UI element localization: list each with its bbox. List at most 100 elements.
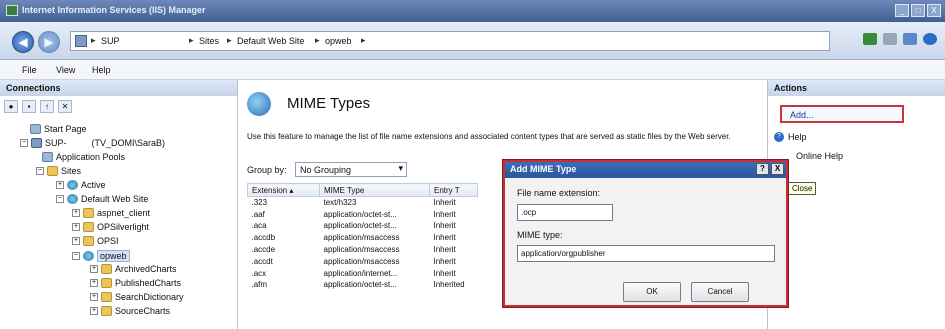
back-button[interactable]: ◀ xyxy=(12,31,34,53)
tree-item-server[interactable]: − SUP- (TV_DOMI\SaraB) xyxy=(20,138,165,148)
globe-icon xyxy=(67,194,78,204)
breadcrumb-sites[interactable]: Sites xyxy=(199,36,219,46)
help-icon: ? xyxy=(774,132,784,142)
column-header-extension[interactable]: Extension ▴ xyxy=(247,183,320,197)
menu-file[interactable]: File xyxy=(22,65,37,75)
add-action-link[interactable]: Add... xyxy=(780,105,904,123)
cell-mime: text/h323 xyxy=(323,198,357,208)
folder-icon xyxy=(101,264,112,274)
table-row[interactable]: .323 text/h323 Inherit xyxy=(248,197,478,209)
breadcrumb-separator: ▸ xyxy=(361,35,366,45)
actions-pane: Actions Add... ? Help Online Help Close xyxy=(767,80,945,329)
forward-button[interactable]: ▶ xyxy=(38,31,60,53)
tree-item-app-pools[interactable]: Application Pools xyxy=(42,152,125,162)
collapse-icon[interactable]: − xyxy=(36,167,44,175)
connections-pane: Connections ● ▪ ↑ ✕ Start Page − SUP- (T… xyxy=(0,80,238,329)
table-row[interactable]: .afm application/octet-st... Inherited xyxy=(248,279,478,291)
ok-button[interactable]: OK xyxy=(623,282,681,302)
column-header-mime-type[interactable]: MIME Type xyxy=(319,183,430,197)
tree-item-active[interactable]: + Active xyxy=(56,180,106,190)
connect-globe-icon[interactable]: ● xyxy=(4,100,18,113)
tree-item-sites[interactable]: − Sites xyxy=(36,166,81,176)
collapse-icon[interactable]: − xyxy=(20,139,28,147)
tree-item-start-page[interactable]: Start Page xyxy=(30,124,87,134)
breadcrumb-opweb[interactable]: opweb xyxy=(325,36,352,46)
feature-description: Use this feature to manage the list of f… xyxy=(247,132,731,141)
server-icon xyxy=(31,138,42,148)
group-by-select[interactable]: No Grouping ▾ xyxy=(295,162,407,177)
expand-icon[interactable]: + xyxy=(90,293,98,301)
extension-field[interactable]: .ocp xyxy=(517,204,613,221)
minimize-button[interactable]: _ xyxy=(895,4,909,17)
table-row[interactable]: .accdb application/msaccess Inherit xyxy=(248,232,478,244)
tree-item-archivedcharts[interactable]: + ArchivedCharts xyxy=(90,264,177,274)
tree-item-opsi[interactable]: + OPSI xyxy=(72,236,119,246)
group-by-value: No Grouping xyxy=(300,165,352,175)
up-folder-icon[interactable]: ↑ xyxy=(40,100,54,113)
breadcrumb-default-web-site[interactable]: Default Web Site xyxy=(237,36,304,46)
cell-entry: Inherit xyxy=(433,256,456,266)
table-row[interactable]: .accdt application/msaccess Inherit xyxy=(248,255,478,267)
tree-item-publishedcharts[interactable]: + PublishedCharts xyxy=(90,278,181,288)
expand-icon[interactable]: + xyxy=(72,223,80,231)
cancel-button[interactable]: Cancel xyxy=(691,282,749,302)
maximize-button[interactable]: □ xyxy=(911,4,925,17)
tree-item-opsilverlight[interactable]: + OPSilverlight xyxy=(72,222,149,232)
menu-help[interactable]: Help xyxy=(92,65,111,75)
cell-mime: application/octet-st... xyxy=(323,209,397,219)
help-action-link[interactable]: ? Help xyxy=(774,132,807,142)
globe-icon xyxy=(67,180,78,190)
expand-icon[interactable]: + xyxy=(90,307,98,315)
table-row[interactable]: .accde application/msaccess Inherit xyxy=(248,244,478,256)
online-help-link[interactable]: Online Help xyxy=(796,151,843,161)
dialog-close-button[interactable]: X xyxy=(771,163,784,175)
connections-header: Connections xyxy=(0,80,237,96)
cell-entry: Inherit xyxy=(433,221,456,231)
tree-item-sourcecharts[interactable]: + SourceCharts xyxy=(90,306,170,316)
table-row[interactable]: .aaf application/octet-st... Inherit xyxy=(248,208,478,220)
expand-icon[interactable]: + xyxy=(72,237,80,245)
tree-item-aspnet-client[interactable]: + aspnet_client xyxy=(72,208,150,218)
breadcrumb-server[interactable]: SUP xyxy=(101,36,120,46)
stop-icon[interactable] xyxy=(883,33,897,45)
help-icon[interactable] xyxy=(923,33,937,45)
cell-mime: application/msaccess xyxy=(323,245,400,255)
breadcrumb[interactable]: ▸ SUP ▸ Sites ▸ Default Web Site ▸ opweb… xyxy=(70,31,830,51)
mime-type-field[interactable]: application/orgpublisher xyxy=(517,245,775,262)
table-row[interactable]: .aca application/octet-st... Inherit xyxy=(248,220,478,232)
tree-label: Start Page xyxy=(44,124,87,134)
cell-mime: application/octet-st... xyxy=(323,280,397,290)
connect-icon[interactable] xyxy=(863,33,877,45)
dialog-help-button[interactable]: ? xyxy=(756,163,769,175)
cell-extension: .accde xyxy=(251,245,276,255)
collapse-icon[interactable]: − xyxy=(56,195,64,203)
cell-extension: .accdb xyxy=(251,233,276,243)
menu-bar: File View Help xyxy=(0,60,945,80)
tree-label: OPSI xyxy=(97,236,119,246)
expand-icon[interactable]: + xyxy=(90,265,98,273)
save-icon[interactable]: ▪ xyxy=(22,100,36,113)
expand-icon[interactable]: + xyxy=(72,209,80,217)
refresh-icon[interactable] xyxy=(903,33,917,45)
table-row[interactable]: .acx application/internet... Inherit xyxy=(248,267,478,279)
close-window-button[interactable]: X xyxy=(927,4,941,17)
column-header-entry-type[interactable]: Entry T xyxy=(429,183,478,197)
folder-icon xyxy=(101,292,112,302)
cell-mime: application/msaccess xyxy=(323,233,400,243)
tree-item-opweb[interactable]: − opweb xyxy=(72,250,130,262)
web-app-icon xyxy=(83,251,94,261)
server-icon xyxy=(75,35,87,47)
tree-label: aspnet_client xyxy=(97,208,151,218)
expand-icon[interactable]: + xyxy=(56,181,64,189)
expand-icon[interactable]: + xyxy=(90,279,98,287)
cell-extension: .accdt xyxy=(251,256,273,266)
menu-view[interactable]: View xyxy=(56,65,75,75)
folder-icon xyxy=(101,278,112,288)
tree-label: SourceCharts xyxy=(115,306,171,316)
disconnect-icon[interactable]: ✕ xyxy=(58,100,72,113)
collapse-icon[interactable]: − xyxy=(72,252,80,260)
tree-item-default-web-site[interactable]: − Default Web Site xyxy=(56,194,148,204)
title-bar: Internet Information Services (IIS) Mana… xyxy=(0,0,945,22)
cell-extension: .aaf xyxy=(251,209,265,219)
tree-item-searchdictionary[interactable]: + SearchDictionary xyxy=(90,292,184,302)
